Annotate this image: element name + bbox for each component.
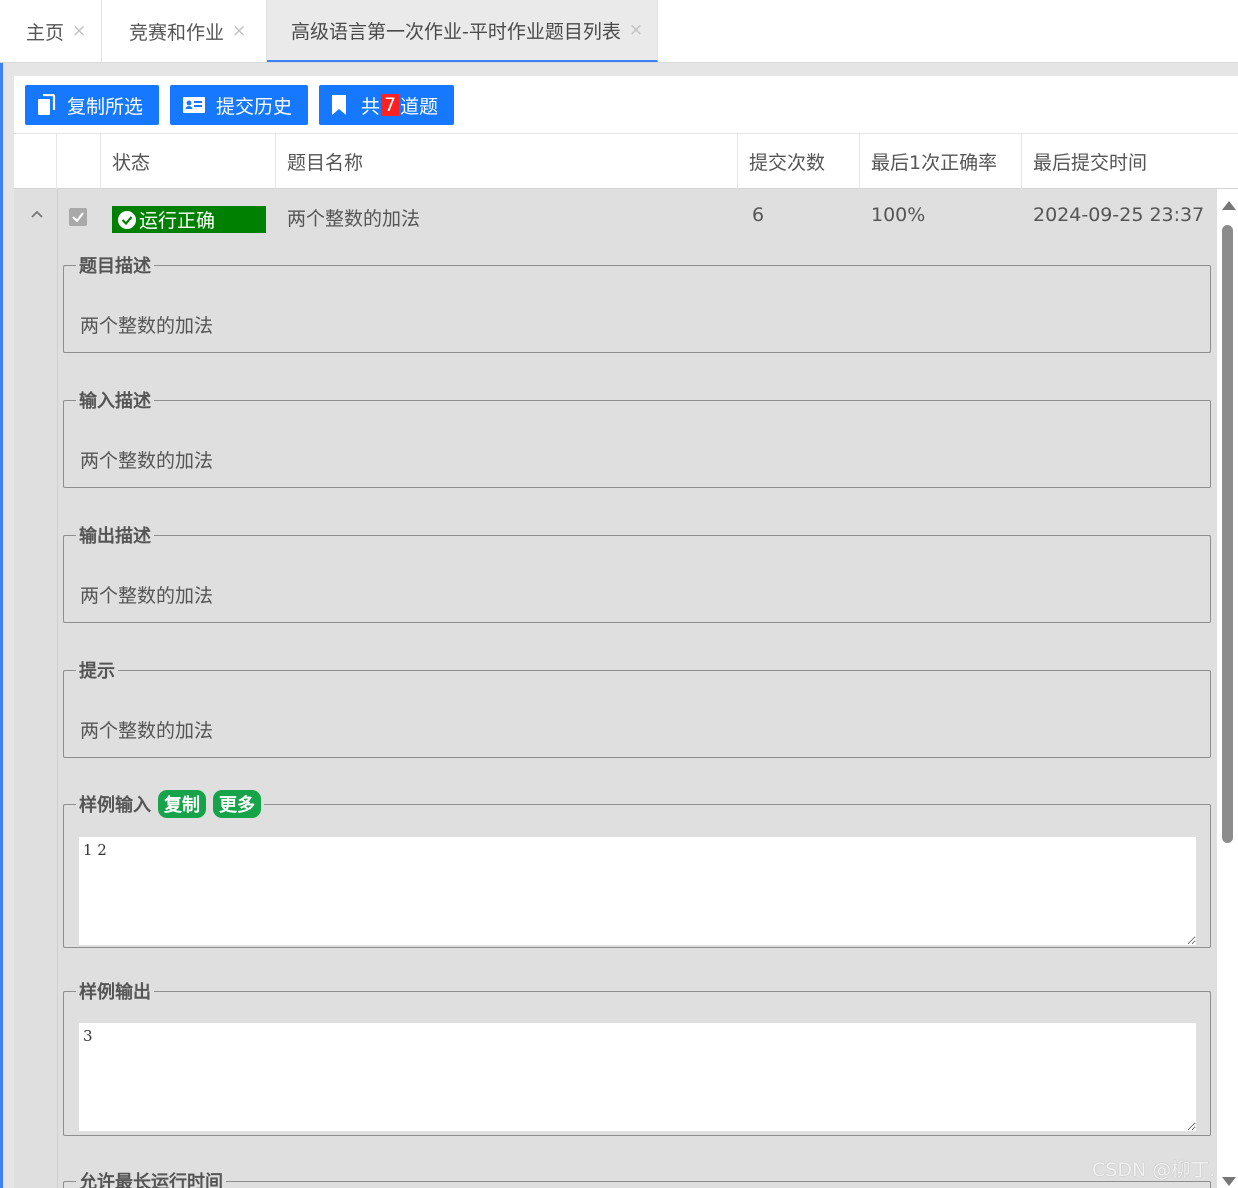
table-header: 状态 题目名称 提交次数 最后1次正确率 最后提交时间 — [14, 133, 1238, 189]
column-header-status[interactable]: 状态 — [101, 134, 276, 189]
close-icon[interactable]: × — [232, 21, 246, 41]
column-header-name[interactable]: 题目名称 — [276, 134, 738, 189]
total-prefix: 共 — [361, 95, 381, 118]
vertical-scrollbar[interactable] — [1217, 189, 1238, 1188]
scrollbar-thumb[interactable] — [1222, 225, 1233, 843]
last-accuracy: 100% — [871, 204, 926, 226]
tab-problem-list[interactable]: 高级语言第一次作业-平时作业题目列表 × — [267, 0, 658, 62]
scroll-up-arrow-icon[interactable] — [1222, 201, 1236, 210]
time-limit-section: 允许最长运行时间 — [63, 1168, 1211, 1188]
toolbar: 复制所选 提交历史 共 7 道题 — [25, 85, 455, 125]
problem-count-badge: 7 — [381, 94, 400, 116]
submit-history-label: 提交历史 — [216, 95, 293, 118]
copy-selected-button[interactable]: 复制所选 — [25, 85, 160, 125]
problem-name[interactable]: 两个整数的加法 — [287, 204, 420, 231]
problem-description-text: 两个整数的加法 — [80, 315, 214, 337]
sample-output-textarea[interactable]: 3 — [79, 1023, 1196, 1131]
input-description-text: 两个整数的加法 — [80, 450, 214, 472]
copy-icon — [37, 93, 57, 116]
watermark: CSDN @柳丁. — [1092, 1159, 1216, 1181]
main-content: 复制所选 提交历史 共 7 道题 状态 题目名称 提交次数 最后1次正确率 最后… — [14, 76, 1238, 1188]
table-row: 运行正确 两个整数的加法 6 100% 2024-09-25 23:37 题目描… — [14, 189, 1217, 1188]
check-circle-icon — [118, 210, 136, 229]
input-description-title: 输入描述 — [79, 391, 151, 412]
copy-tag-button[interactable]: 复制 — [158, 790, 206, 818]
submit-history-button[interactable]: 提交历史 — [170, 85, 309, 125]
status-badge: 运行正确 — [112, 206, 266, 233]
hint-text: 两个整数的加法 — [80, 720, 214, 742]
sample-input-title: 样例输入 — [79, 795, 151, 816]
time-limit-title: 允许最长运行时间 — [79, 1172, 223, 1188]
output-description-section: 输出描述 两个整数的加法 — [63, 522, 1211, 623]
sample-input-section: 样例输入 复制 更多 1 2 — [63, 790, 1211, 948]
row-checkbox[interactable] — [69, 208, 87, 226]
bookmark-icon — [331, 94, 347, 116]
problem-description-section: 题目描述 两个整数的加法 — [63, 252, 1211, 353]
chevron-up-icon[interactable] — [30, 206, 44, 220]
copy-selected-label: 复制所选 — [67, 95, 144, 118]
column-header-submit-count[interactable]: 提交次数 — [738, 134, 860, 189]
input-description-section: 输入描述 两个整数的加法 — [63, 387, 1211, 488]
frame-accent — [0, 63, 3, 1188]
sample-output-title: 样例输出 — [79, 982, 151, 1003]
close-icon[interactable]: × — [72, 21, 86, 41]
select-column-header[interactable] — [57, 134, 101, 189]
row-divider — [57, 189, 58, 1188]
scroll-down-arrow-icon[interactable] — [1222, 1177, 1236, 1186]
last-submit-time: 2024-09-25 23:37 — [1033, 204, 1205, 226]
output-description-text: 两个整数的加法 — [80, 585, 214, 607]
status-label: 运行正确 — [139, 210, 216, 232]
more-tag-button[interactable]: 更多 — [213, 790, 261, 818]
tab-bar: 主页 × 竞赛和作业 × 高级语言第一次作业-平时作业题目列表 × — [0, 0, 1238, 63]
total-problems-button[interactable]: 共 7 道题 — [319, 85, 455, 125]
tab-home[interactable]: 主页 × — [0, 0, 102, 62]
tab-label: 高级语言第一次作业-平时作业题目列表 — [291, 20, 621, 43]
tab-contests[interactable]: 竞赛和作业 × — [102, 0, 267, 62]
sample-input-textarea[interactable]: 1 2 — [79, 837, 1196, 945]
submit-count: 6 — [752, 204, 765, 226]
tab-label: 主页 — [26, 21, 65, 44]
problem-description-title: 题目描述 — [79, 256, 151, 277]
expand-column-header — [14, 134, 57, 189]
column-header-last-submit-time[interactable]: 最后提交时间 — [1022, 134, 1238, 189]
hint-section: 提示 两个整数的加法 — [63, 657, 1211, 758]
column-header-last-accuracy[interactable]: 最后1次正确率 — [860, 134, 1022, 189]
total-suffix: 道题 — [400, 95, 439, 118]
sample-output-section: 样例输出 3 — [63, 978, 1211, 1136]
sample-input-legend: 样例输入 复制 更多 — [76, 790, 264, 818]
id-card-icon — [182, 94, 206, 116]
output-description-title: 输出描述 — [79, 526, 151, 547]
close-icon[interactable]: × — [629, 20, 643, 40]
hint-title: 提示 — [79, 661, 115, 682]
tab-label: 竞赛和作业 — [129, 21, 225, 44]
